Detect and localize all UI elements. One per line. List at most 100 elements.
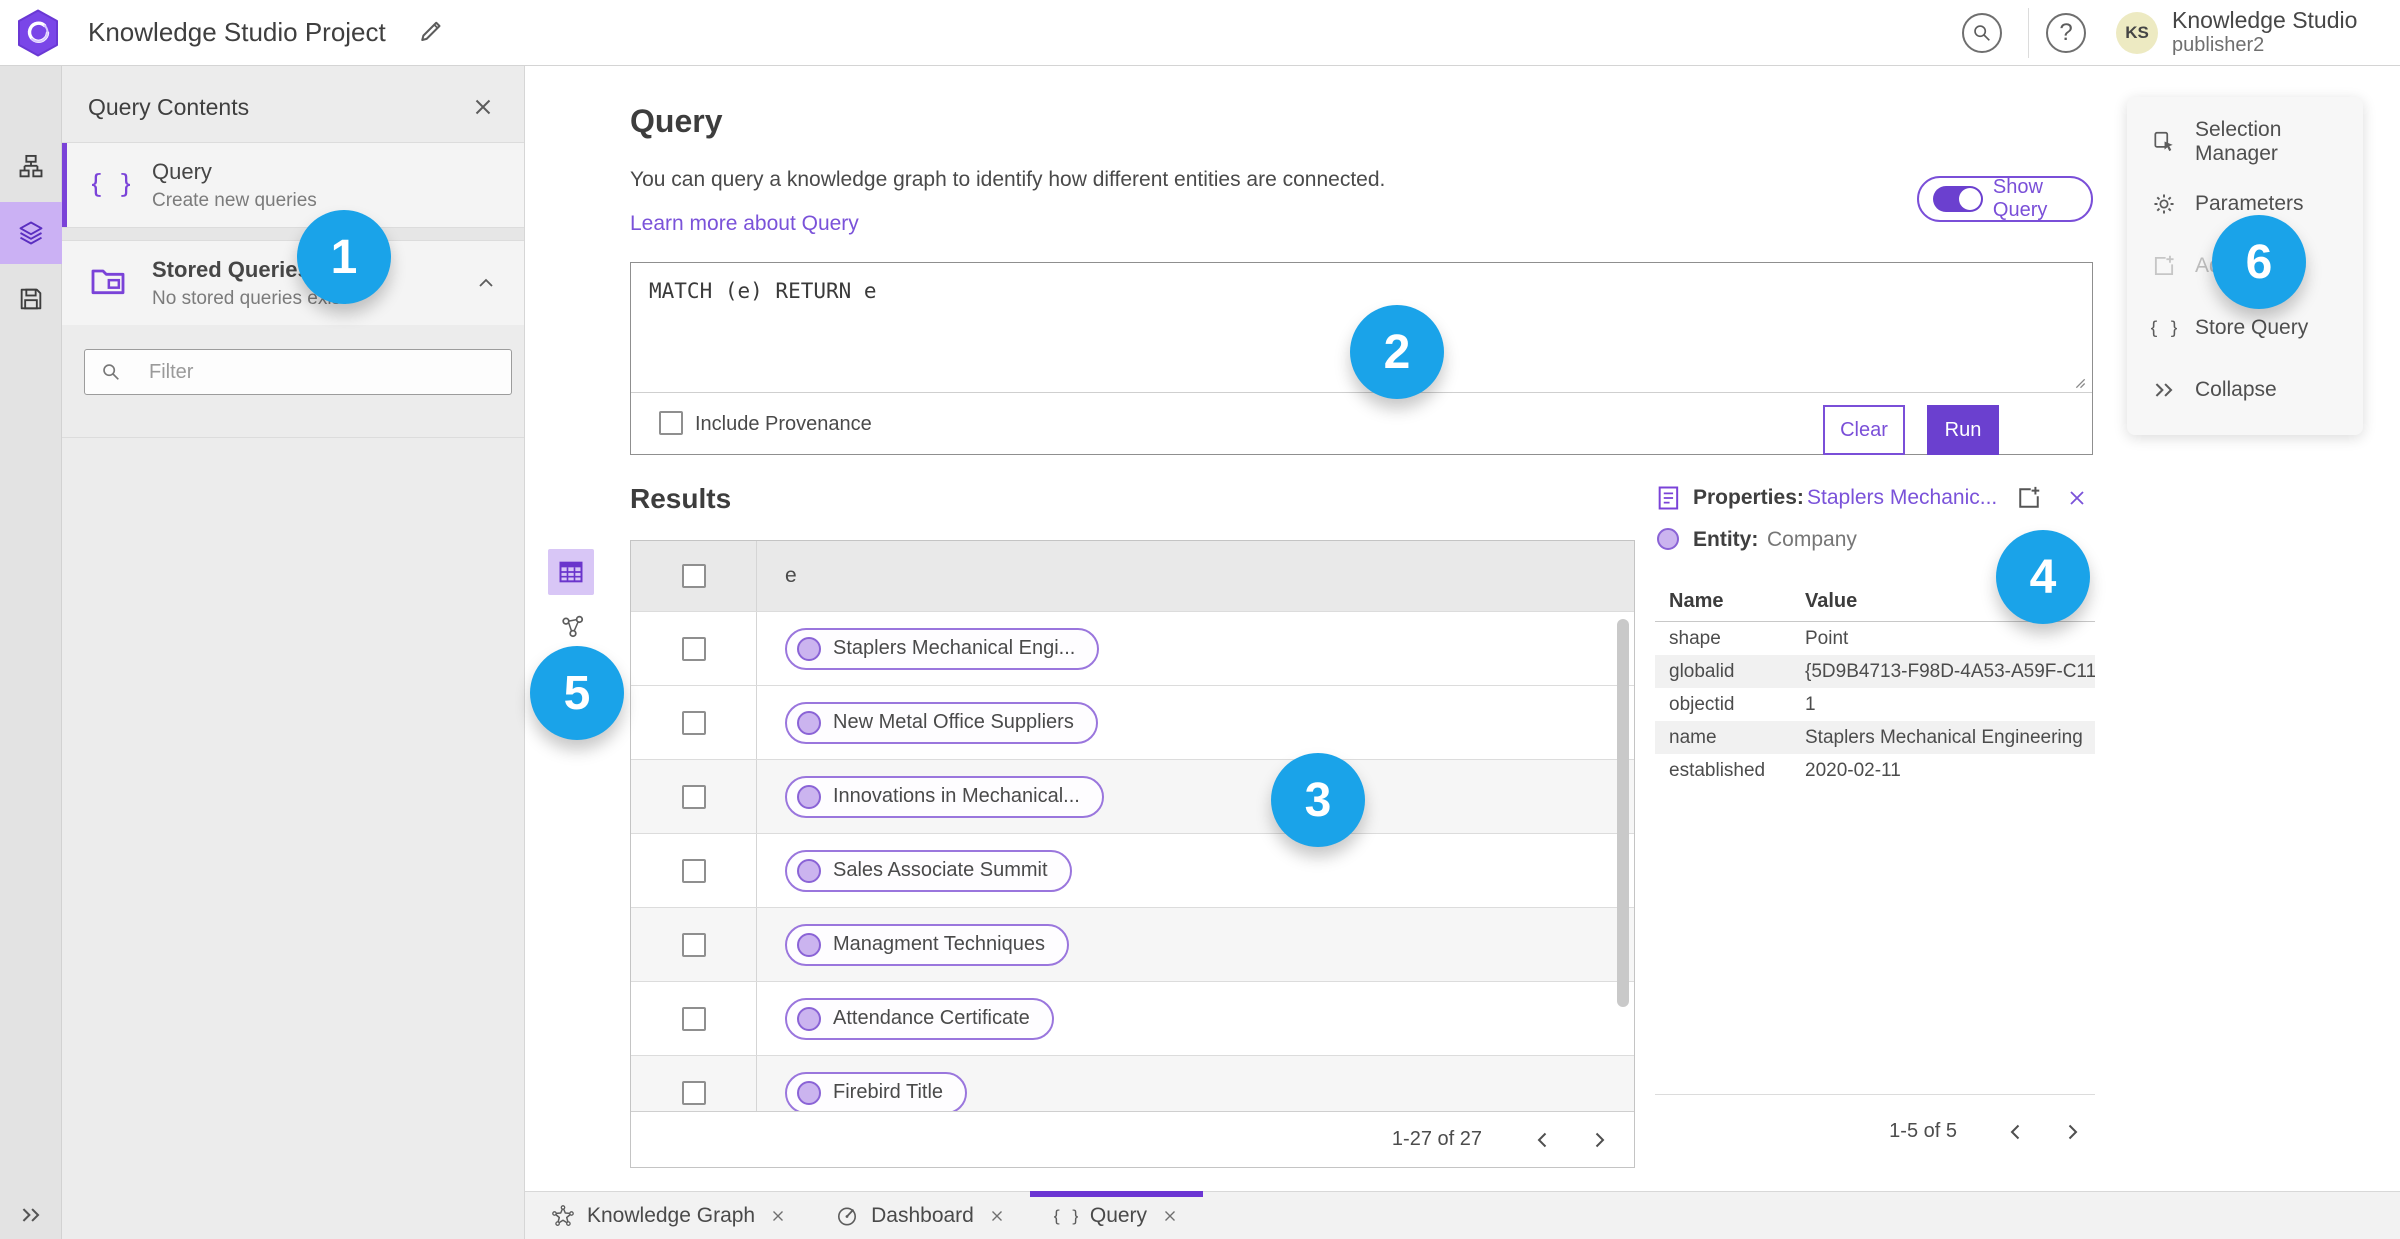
include-provenance-checkbox[interactable] xyxy=(659,411,683,435)
entity-chip-label: Staplers Mechanical Engi... xyxy=(833,637,1076,659)
entity-chip[interactable]: Managment Techniques xyxy=(785,923,1069,966)
clear-button[interactable]: Clear xyxy=(1823,405,1905,455)
side-menu-item-store-query[interactable]: Store Query xyxy=(2127,297,2363,359)
result-row: Firebird Title xyxy=(631,1055,1634,1111)
entity-chip[interactable]: Firebird Title xyxy=(785,1071,968,1111)
select-all-checkbox[interactable] xyxy=(681,564,706,588)
properties-col-name: Name xyxy=(1669,590,1724,612)
chevron-up-icon[interactable] xyxy=(474,271,498,295)
entity-dot-icon xyxy=(797,710,821,735)
properties-prev-page-button[interactable] xyxy=(2003,1119,2029,1145)
property-row: globalid {5D9B4713-F98D-4A53-A59F-C11... xyxy=(1655,655,2095,688)
link-chart-view-button[interactable] xyxy=(556,610,590,644)
row-checkbox[interactable] xyxy=(681,932,706,957)
property-name: objectid xyxy=(1669,693,1735,715)
show-query-toggle[interactable]: Show Query xyxy=(1917,176,2093,222)
tab-close-icon[interactable] xyxy=(1161,1207,1179,1225)
edit-title-pencil-icon[interactable] xyxy=(416,16,446,46)
row-checkbox[interactable] xyxy=(681,1080,706,1105)
entity-chip-label: Managment Techniques xyxy=(833,933,1045,955)
entity-chip[interactable]: Sales Associate Summit xyxy=(785,849,1072,892)
search-button[interactable] xyxy=(1962,13,2002,53)
tab-dashboard[interactable]: Dashboard xyxy=(811,1192,1030,1239)
row-checkbox[interactable] xyxy=(681,1006,706,1031)
contents-item-query[interactable]: Query Create new queries xyxy=(62,143,524,227)
table-view-button[interactable] xyxy=(548,549,594,595)
tab-label: Knowledge Graph xyxy=(587,1203,756,1227)
result-row: Innovations in Mechanical... xyxy=(631,759,1634,833)
entity-chip[interactable]: New Metal Office Suppliers xyxy=(785,701,1098,744)
rail-save-button[interactable] xyxy=(0,268,62,330)
row-checkbox[interactable] xyxy=(681,710,706,735)
tree-icon xyxy=(17,153,45,181)
entity-label: Entity: xyxy=(1693,528,1759,551)
results-title: Results xyxy=(630,483,732,514)
close-properties-icon[interactable] xyxy=(2065,486,2089,510)
filter-input[interactable] xyxy=(84,349,512,395)
query-editor: MATCH (e) RETURN e Include Provenance Cl… xyxy=(630,262,2093,455)
side-menu-item-parameters[interactable]: Parameters xyxy=(2127,173,2363,235)
results-next-page-button[interactable] xyxy=(1586,1127,1612,1153)
tab-close-icon[interactable] xyxy=(988,1207,1006,1225)
contents-header: Query Contents xyxy=(62,66,524,142)
user-avatar[interactable]: KS xyxy=(2116,12,2158,54)
rail-layers-button[interactable] xyxy=(0,202,62,264)
entity-dot-icon xyxy=(797,1006,821,1031)
results-pagination: 1-27 of 27 xyxy=(631,1111,1634,1167)
tab-knowledge-graph[interactable]: Knowledge Graph xyxy=(527,1192,811,1239)
row-checkbox[interactable] xyxy=(681,784,706,809)
add-to-new-icon[interactable] xyxy=(2015,484,2043,512)
result-row: Attendance Certificate xyxy=(631,981,1634,1055)
menu-item-label: Selection Manager xyxy=(2195,118,2282,165)
toggle-knob xyxy=(1958,188,1981,210)
tab-query[interactable]: Query xyxy=(1029,1191,1204,1239)
property-value: 1 xyxy=(1805,693,1816,715)
user-role: publisher2 xyxy=(2172,33,2265,56)
properties-target-link[interactable]: Staplers Mechanic... xyxy=(1807,486,1997,510)
app-header: Knowledge Studio Project ? KS Knowledge … xyxy=(0,0,2400,66)
close-panel-icon[interactable] xyxy=(470,94,496,120)
results-scrollbar-thumb[interactable] xyxy=(1617,619,1629,1007)
run-button[interactable]: Run xyxy=(1927,405,1999,455)
help-button[interactable]: ? xyxy=(2046,13,2086,53)
result-row: Managment Techniques xyxy=(631,907,1634,981)
resize-grip-icon[interactable] xyxy=(2068,371,2088,391)
side-menu-item-collapse[interactable]: Collapse xyxy=(2127,359,2363,421)
chevron-left-icon xyxy=(2004,1120,2028,1144)
results-table-header: e xyxy=(631,541,1634,611)
entity-dot-icon xyxy=(797,1080,821,1105)
rail-data-model-button[interactable] xyxy=(0,136,62,198)
row-checkbox[interactable] xyxy=(681,636,706,661)
link-chart-icon xyxy=(559,613,587,641)
chevron-left-icon xyxy=(1531,1128,1555,1152)
entity-chip-label: Attendance Certificate xyxy=(833,1007,1030,1029)
learn-more-link[interactable]: Learn more about Query xyxy=(630,212,859,236)
contents-title: Query Contents xyxy=(88,94,250,120)
app-logo-icon[interactable] xyxy=(16,9,60,57)
chevron-right-icon xyxy=(2060,1120,2084,1144)
query-code-input[interactable]: MATCH (e) RETURN e xyxy=(631,263,2092,393)
project-title: Knowledge Studio Project xyxy=(88,17,386,47)
property-row: objectid 1 xyxy=(1655,688,2095,721)
entity-dot-icon xyxy=(797,636,821,661)
toggle-label: Show Query xyxy=(1992,176,2048,221)
entity-chip[interactable]: Staplers Mechanical Engi... xyxy=(785,627,1100,670)
user-info[interactable]: Knowledge Studio publisher2 xyxy=(2172,7,2357,56)
rail-expand-button[interactable] xyxy=(0,1195,62,1235)
property-value: {5D9B4713-F98D-4A53-A59F-C11... xyxy=(1805,660,2095,682)
entity-chip[interactable]: Innovations in Mechanical... xyxy=(785,775,1104,818)
results-prev-page-button[interactable] xyxy=(1530,1127,1556,1153)
row-checkbox[interactable] xyxy=(681,858,706,883)
properties-next-page-button[interactable] xyxy=(2059,1119,2085,1145)
contents-item-stored-queries[interactable]: Stored Queries No stored queries exist xyxy=(62,241,524,325)
entity-chip[interactable]: Attendance Certificate xyxy=(785,997,1054,1040)
entity-dot-icon xyxy=(797,784,821,809)
tab-close-icon[interactable] xyxy=(769,1207,787,1225)
selected-accent-bar xyxy=(62,143,67,227)
entity-row: Entity: Company xyxy=(1655,522,2095,560)
toggle-track[interactable] xyxy=(1933,186,1983,212)
side-menu-item-selection-manager[interactable]: Selection Manager xyxy=(2127,111,2363,173)
stored-queries-folder-icon xyxy=(88,261,128,301)
property-row: shape Point xyxy=(1655,622,2095,655)
entity-dot-icon xyxy=(797,858,821,883)
